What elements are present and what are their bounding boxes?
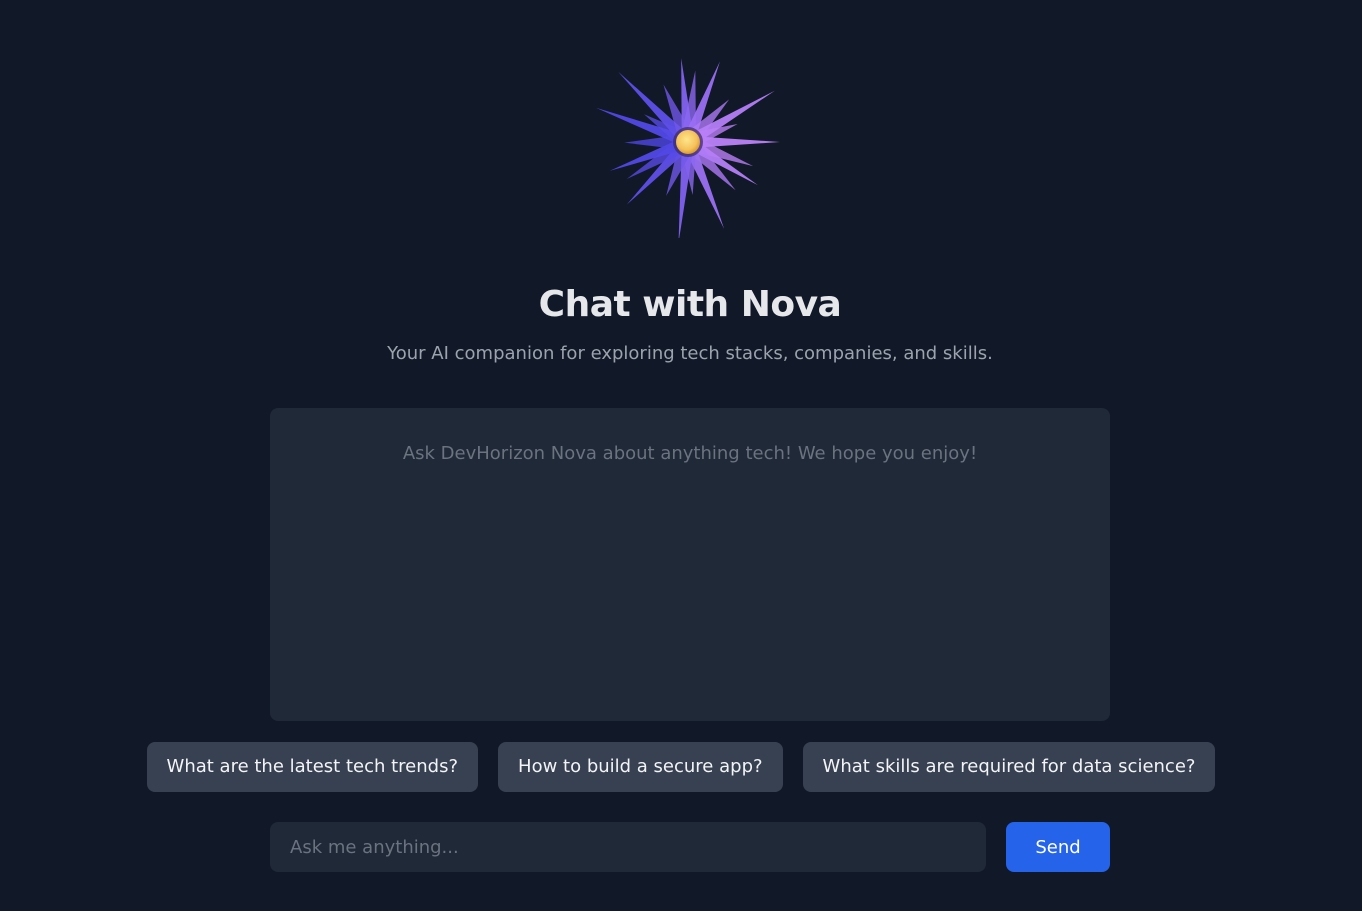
chat-messages-panel: Ask DevHorizon Nova about anything tech!… [270,408,1110,721]
page-title: Chat with Nova [538,284,842,325]
suggestion-secure-app[interactable]: How to build a secure app? [498,742,783,792]
send-button[interactable]: Send [1006,822,1110,872]
chat-empty-message: Ask DevHorizon Nova about anything tech!… [402,443,978,464]
nova-logo [594,48,784,238]
chat-composer: Send [270,822,1110,872]
suggestion-data-science-skills[interactable]: What skills are required for data scienc… [802,742,1216,792]
page-subtitle: Your AI companion for exploring tech sta… [387,343,993,364]
suggestion-chips: What are the latest tech trends? How to … [0,742,1362,792]
chat-input[interactable] [270,822,986,872]
starburst-logo-icon [595,58,780,238]
suggestion-tech-trends[interactable]: What are the latest tech trends? [146,742,479,792]
